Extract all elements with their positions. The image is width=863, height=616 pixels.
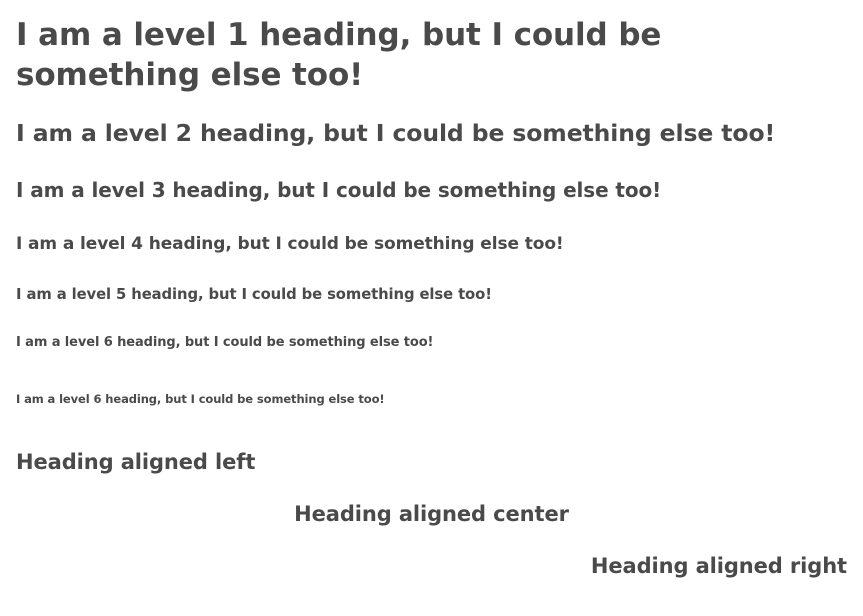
heading-level-1: I am a level 1 heading, but I could be s… — [16, 17, 662, 93]
heading-level-5: I am a level 5 heading, but I could be s… — [16, 286, 492, 303]
heading-level-6-small: I am a level 6 heading, but I could be s… — [16, 392, 385, 406]
page-content: I am a level 1 heading, but I could be s… — [0, 0, 863, 616]
heading-level-3: I am a level 3 heading, but I could be s… — [16, 178, 662, 202]
heading-aligned-right: Heading aligned right — [590, 554, 847, 578]
heading-level-4: I am a level 4 heading, but I could be s… — [16, 234, 564, 254]
heading-level-6: I am a level 6 heading, but I could be s… — [16, 335, 434, 350]
heading-level-2: I am a level 2 heading, but I could be s… — [16, 119, 776, 147]
heading-aligned-center: Heading aligned center — [294, 502, 569, 526]
heading-aligned-left: Heading aligned left — [16, 450, 256, 474]
